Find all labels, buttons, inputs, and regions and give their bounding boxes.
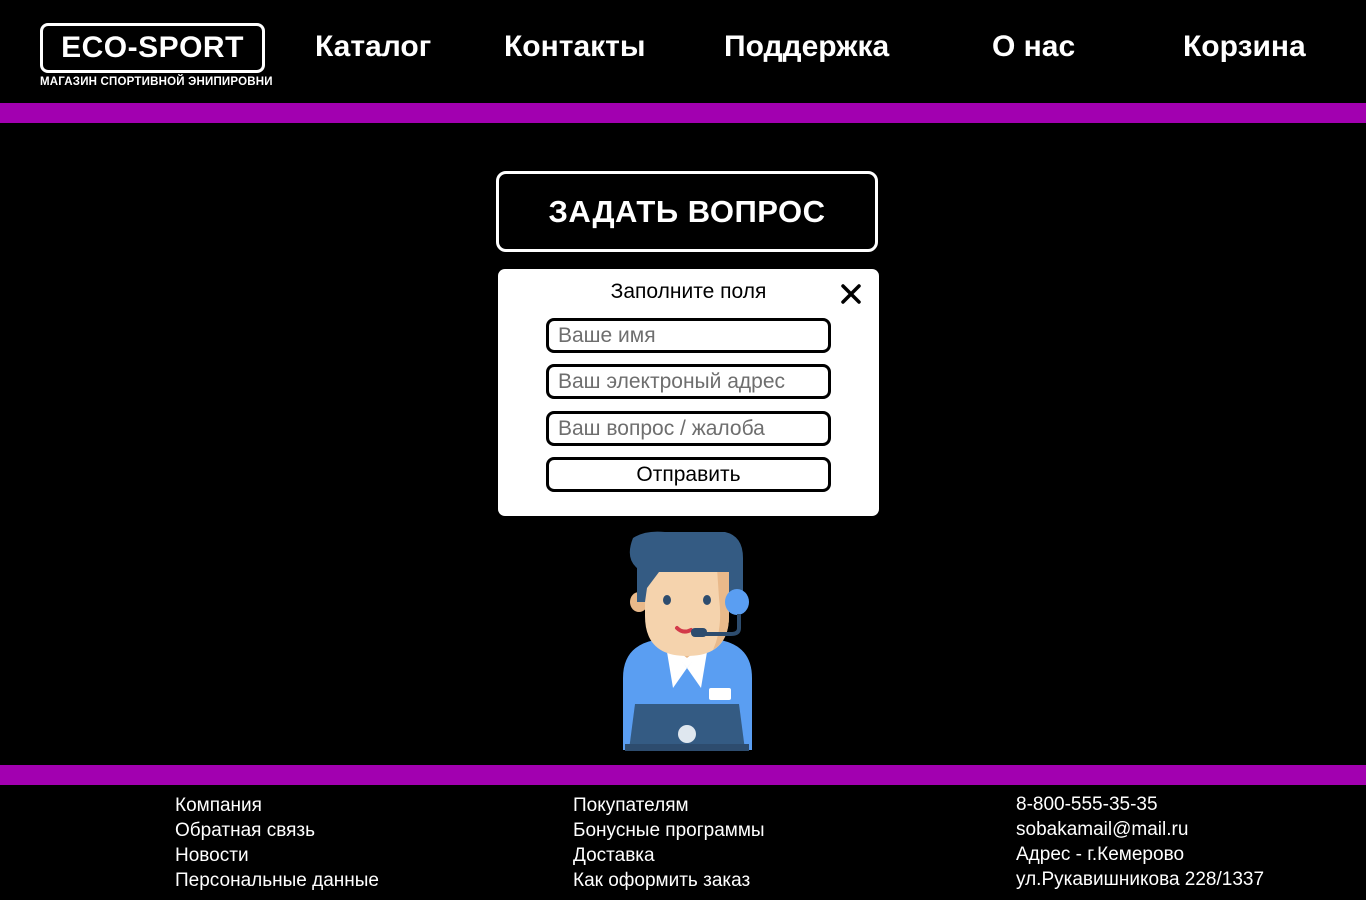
logo[interactable]: ECO-SPORT МАГАЗИН СПОРТИВНОЙ ЭНИПИРОВНИ xyxy=(40,23,273,93)
accent-stripe-bottom xyxy=(0,765,1366,785)
footer-email: sobakamail@mail.ru xyxy=(1016,819,1189,840)
submit-button[interactable]: Отправить xyxy=(546,457,831,492)
nav-support[interactable]: Поддержка xyxy=(724,30,889,64)
nav-catalog[interactable]: Каталог xyxy=(315,30,431,64)
nav-cart[interactable]: Корзина xyxy=(1183,30,1306,64)
name-input[interactable] xyxy=(546,318,831,353)
footer-company-links: Компания Обратная связь Новости Персонал… xyxy=(175,793,379,893)
footer-link-company[interactable]: Компания xyxy=(175,793,379,818)
footer-link-bonus[interactable]: Бонусные программы xyxy=(573,818,765,843)
accent-stripe-top xyxy=(0,103,1366,123)
footer-customer-links: Покупателям Бонусные программы Доставка … xyxy=(573,793,765,893)
email-input[interactable] xyxy=(546,364,831,399)
question-form-modal: Заполните поля Отправить xyxy=(498,269,879,516)
footer-contacts: 8-800-555-35-35 sobakamail@mail.ru Адрес… xyxy=(1016,792,1264,892)
site-header: ECO-SPORT МАГАЗИН СПОРТИВНОЙ ЭНИПИРОВНИ … xyxy=(0,0,1366,103)
question-input[interactable] xyxy=(546,411,831,446)
logo-subtitle: МАГАЗИН СПОРТИВНОЙ ЭНИПИРОВНИ xyxy=(40,76,273,88)
footer-link-news[interactable]: Новости xyxy=(175,843,379,868)
footer-link-personal-data[interactable]: Персональные данные xyxy=(175,868,379,893)
footer-link-customers[interactable]: Покупателям xyxy=(573,793,765,818)
footer-link-feedback[interactable]: Обратная связь xyxy=(175,818,379,843)
footer-link-delivery[interactable]: Доставка xyxy=(573,843,765,868)
close-icon[interactable] xyxy=(838,281,864,307)
site-footer: Компания Обратная связь Новости Персонал… xyxy=(0,785,1366,900)
nav-contacts[interactable]: Контакты xyxy=(504,30,645,64)
footer-address-street: ул.Рукавишникова 228/1337 xyxy=(1016,869,1265,890)
logo-title: ECO-SPORT xyxy=(40,23,265,73)
footer-phone: 8-800-555-35-35 xyxy=(1016,794,1158,815)
ask-question-button[interactable]: ЗАДАТЬ ВОПРОС xyxy=(496,171,878,252)
footer-address-city: Адрес - г.Кемерово xyxy=(1016,844,1185,865)
modal-title: Заполните поля xyxy=(610,280,767,303)
footer-link-how-to-order[interactable]: Как оформить заказ xyxy=(573,868,765,893)
nav-about[interactable]: О нас xyxy=(992,30,1075,64)
support-operator-icon xyxy=(623,531,752,751)
